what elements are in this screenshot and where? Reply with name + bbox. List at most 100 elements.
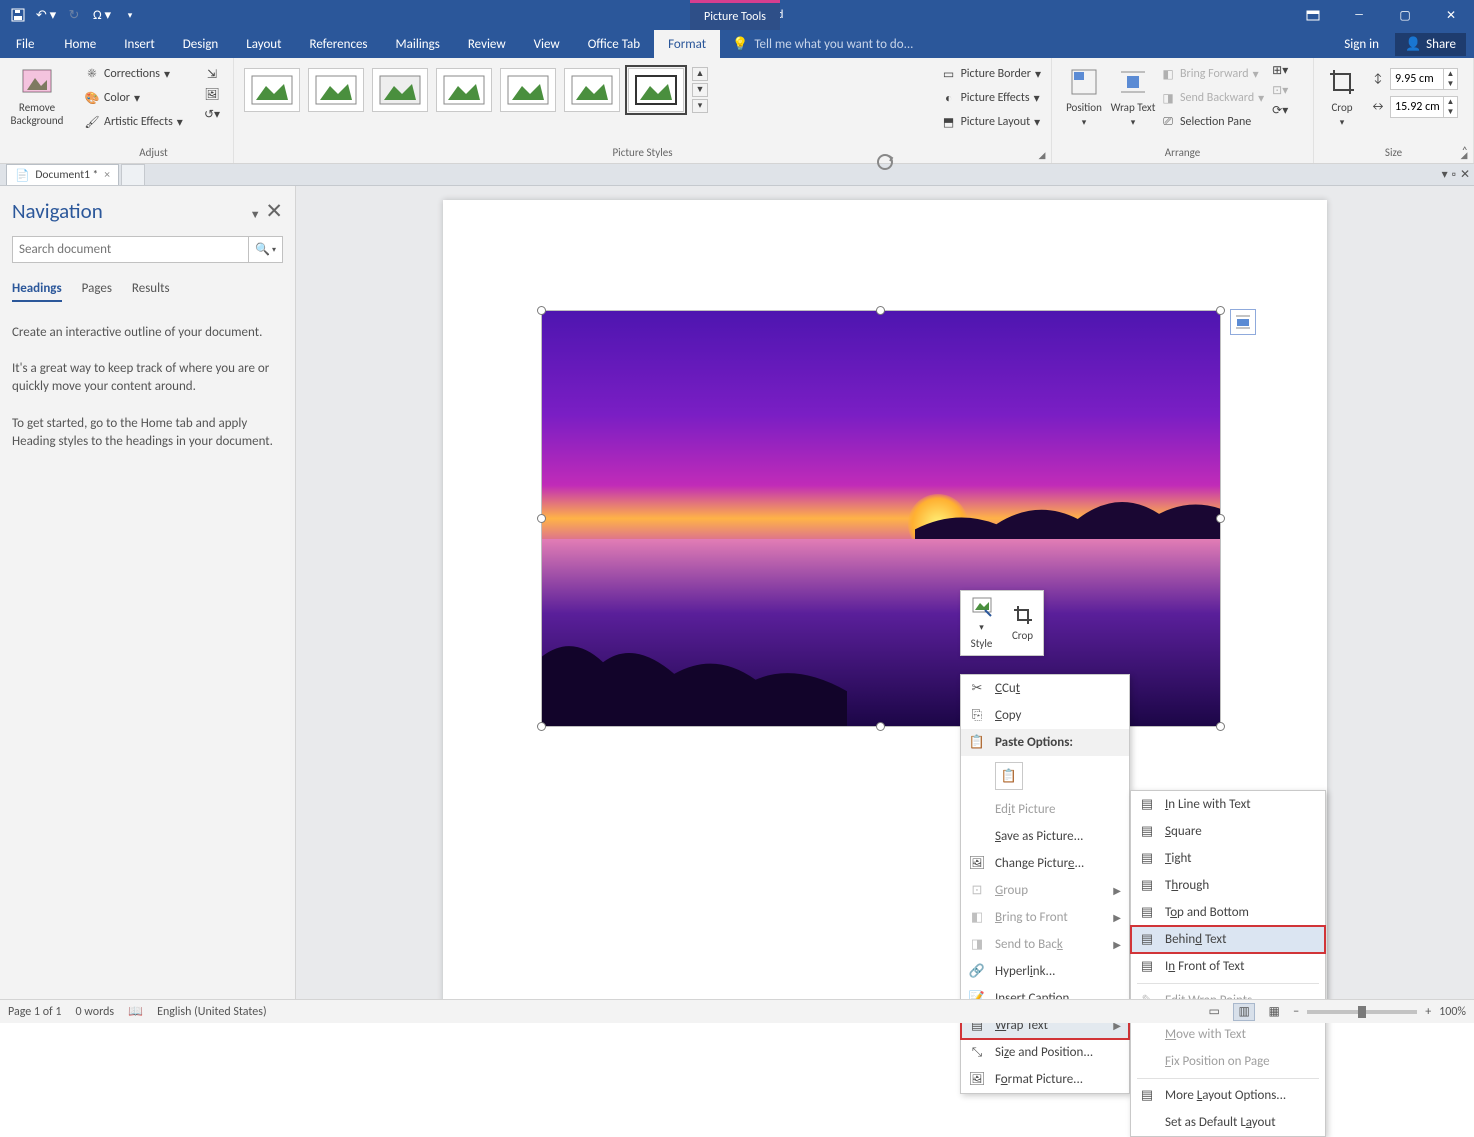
- wrap-tight[interactable]: ▤Tight: [1131, 845, 1325, 872]
- tab-references[interactable]: References: [296, 30, 382, 58]
- color-button[interactable]: 🎨Color ▾: [80, 86, 144, 110]
- paste-keep-source-icon[interactable]: 📋: [995, 762, 1023, 790]
- corrections-button[interactable]: ☀Corrections ▾: [80, 62, 174, 86]
- picture-effects-button[interactable]: ◐Picture Effects ▾: [937, 86, 1045, 110]
- reset-picture-icon[interactable]: ↺▾: [204, 106, 220, 122]
- gallery-more-icon[interactable]: ▾: [692, 99, 708, 113]
- tab-home[interactable]: Home: [50, 30, 110, 58]
- close-icon[interactable]: ✕: [1428, 0, 1474, 30]
- picture-style-thumb[interactable]: [628, 68, 684, 112]
- ctx-paste-option[interactable]: 📋: [961, 756, 1129, 796]
- view-print-layout[interactable]: ▥: [1233, 1003, 1255, 1021]
- tab-view[interactable]: View: [520, 30, 574, 58]
- picture-border-button[interactable]: ▭Picture Border ▾: [937, 62, 1045, 86]
- zoom-slider[interactable]: [1307, 1010, 1417, 1014]
- wrap-in-front[interactable]: ▤In Front of Text: [1131, 953, 1325, 980]
- status-language[interactable]: English (United States): [157, 1005, 267, 1019]
- close-tab-icon[interactable]: ×: [104, 168, 110, 182]
- resize-handle[interactable]: [537, 306, 546, 315]
- qa-customize-icon[interactable]: ▾: [118, 3, 142, 27]
- gallery-up-icon[interactable]: ▲: [692, 67, 708, 81]
- resize-handle[interactable]: [1216, 306, 1225, 315]
- picture-style-thumb[interactable]: [564, 68, 620, 112]
- sign-in-link[interactable]: Sign in: [1344, 37, 1379, 52]
- resize-handle[interactable]: [1216, 514, 1225, 523]
- resize-handle[interactable]: [537, 722, 546, 731]
- tab-review[interactable]: Review: [454, 30, 520, 58]
- nav-tab-results[interactable]: Results: [132, 281, 170, 302]
- ribbon-display-icon[interactable]: [1290, 0, 1336, 30]
- undo-icon[interactable]: ↶ ▾: [34, 3, 58, 27]
- align-icon[interactable]: ⊞▾: [1272, 62, 1288, 78]
- status-words[interactable]: 0 words: [76, 1005, 115, 1019]
- resize-handle[interactable]: [876, 306, 885, 315]
- remove-background-button[interactable]: Remove Background: [6, 62, 68, 127]
- width-input[interactable]: ▲▼: [1390, 96, 1458, 118]
- save-icon[interactable]: [6, 3, 30, 27]
- gallery-down-icon[interactable]: ▼: [692, 83, 708, 97]
- picture-style-thumb[interactable]: [308, 68, 364, 112]
- tab-mailings[interactable]: Mailings: [382, 30, 454, 58]
- spellcheck-icon[interactable]: 📖: [128, 1004, 143, 1019]
- nav-tab-pages[interactable]: Pages: [82, 281, 112, 302]
- maximize-icon[interactable]: ▢: [1382, 0, 1428, 30]
- picture-style-thumb[interactable]: [500, 68, 556, 112]
- zoom-out-icon[interactable]: −: [1293, 1005, 1299, 1019]
- wrap-more-options[interactable]: ▤More Layout Options...: [1131, 1082, 1325, 1109]
- send-backward-button[interactable]: ◨Send Backward ▾: [1156, 86, 1268, 110]
- new-tab-button[interactable]: [121, 164, 145, 185]
- change-picture-icon[interactable]: 🖼: [204, 86, 220, 102]
- wrap-top-bottom[interactable]: ▤Top and Bottom: [1131, 899, 1325, 926]
- resize-handle[interactable]: [1216, 722, 1225, 731]
- selection-pane-button[interactable]: ⎚Selection Pane: [1156, 110, 1268, 134]
- share-button[interactable]: 👤Share: [1395, 33, 1466, 56]
- redo-icon[interactable]: ↻: [62, 3, 86, 27]
- nav-menu-icon[interactable]: ▼: [250, 208, 261, 221]
- position-button[interactable]: Position▾: [1058, 62, 1110, 128]
- wrap-set-default[interactable]: Set as Default Layout: [1131, 1109, 1325, 1136]
- compress-icon[interactable]: ⇲: [204, 66, 220, 82]
- wrap-inline[interactable]: ▤In Line with Text: [1131, 791, 1325, 818]
- crop-button[interactable]: Crop▾: [1320, 62, 1364, 128]
- picture-layout-button[interactable]: ⬒Picture Layout ▾: [937, 110, 1045, 134]
- mini-style-button[interactable]: ▾ Style: [961, 591, 1002, 655]
- tab-close-all-icon[interactable]: ✕: [1460, 167, 1470, 182]
- tell-me-search[interactable]: 💡Tell me what you want to do...: [720, 30, 1344, 58]
- tab-design[interactable]: Design: [169, 30, 232, 58]
- rotate-icon[interactable]: ⟳▾: [1272, 102, 1288, 118]
- zoom-in-icon[interactable]: +: [1425, 1005, 1431, 1019]
- ctx-change-picture[interactable]: 🖼Change Picture...: [961, 850, 1129, 877]
- wrap-square[interactable]: ▤Square: [1131, 818, 1325, 845]
- group-icon[interactable]: ⊡▾: [1272, 82, 1288, 98]
- nav-tab-headings[interactable]: Headings: [12, 281, 62, 302]
- tab-pin-icon[interactable]: ▫: [1452, 168, 1456, 182]
- selected-picture[interactable]: [541, 310, 1221, 727]
- document-tab[interactable]: 📄 Document1 * ×: [6, 164, 119, 185]
- tab-insert[interactable]: Insert: [110, 30, 169, 58]
- nav-close-icon[interactable]: ✕: [265, 198, 283, 224]
- height-input[interactable]: ▲▼: [1390, 68, 1458, 90]
- ctx-save-as-picture[interactable]: Save as Picture...: [961, 823, 1129, 850]
- wrap-text-button[interactable]: Wrap Text▾: [1110, 62, 1156, 128]
- view-read-mode[interactable]: ▭: [1203, 1003, 1225, 1021]
- artistic-effects-button[interactable]: 🖌Artistic Effects ▾: [80, 110, 187, 134]
- status-page[interactable]: Page 1 of 1: [8, 1005, 62, 1019]
- ctx-format-picture[interactable]: 🖼Format Picture...: [961, 1066, 1129, 1093]
- tab-layout[interactable]: Layout: [232, 30, 295, 58]
- resize-handle[interactable]: [537, 514, 546, 523]
- ctx-cut[interactable]: ✂CCutCut: [961, 675, 1129, 702]
- tab-format[interactable]: Format: [654, 30, 720, 58]
- omega-icon[interactable]: Ω ▾: [90, 3, 114, 27]
- dialog-launcher-icon[interactable]: ◢: [1037, 150, 1047, 160]
- wrap-behind-text[interactable]: ▤Behind Text: [1131, 926, 1325, 953]
- layout-options-popup[interactable]: [1230, 309, 1256, 335]
- picture-style-thumb[interactable]: [372, 68, 428, 112]
- search-button[interactable]: 🔍▾: [248, 237, 282, 262]
- ctx-size-position[interactable]: ⤡Size and Position...: [961, 1039, 1129, 1066]
- bring-forward-button[interactable]: ◧Bring Forward ▾: [1156, 62, 1268, 86]
- wrap-through[interactable]: ▤Through: [1131, 872, 1325, 899]
- rotate-handle-icon[interactable]: [875, 152, 895, 172]
- mini-crop-button[interactable]: Crop: [1002, 591, 1043, 655]
- collapse-ribbon-icon[interactable]: ˄: [1462, 145, 1468, 159]
- view-web-layout[interactable]: ▦: [1263, 1003, 1285, 1021]
